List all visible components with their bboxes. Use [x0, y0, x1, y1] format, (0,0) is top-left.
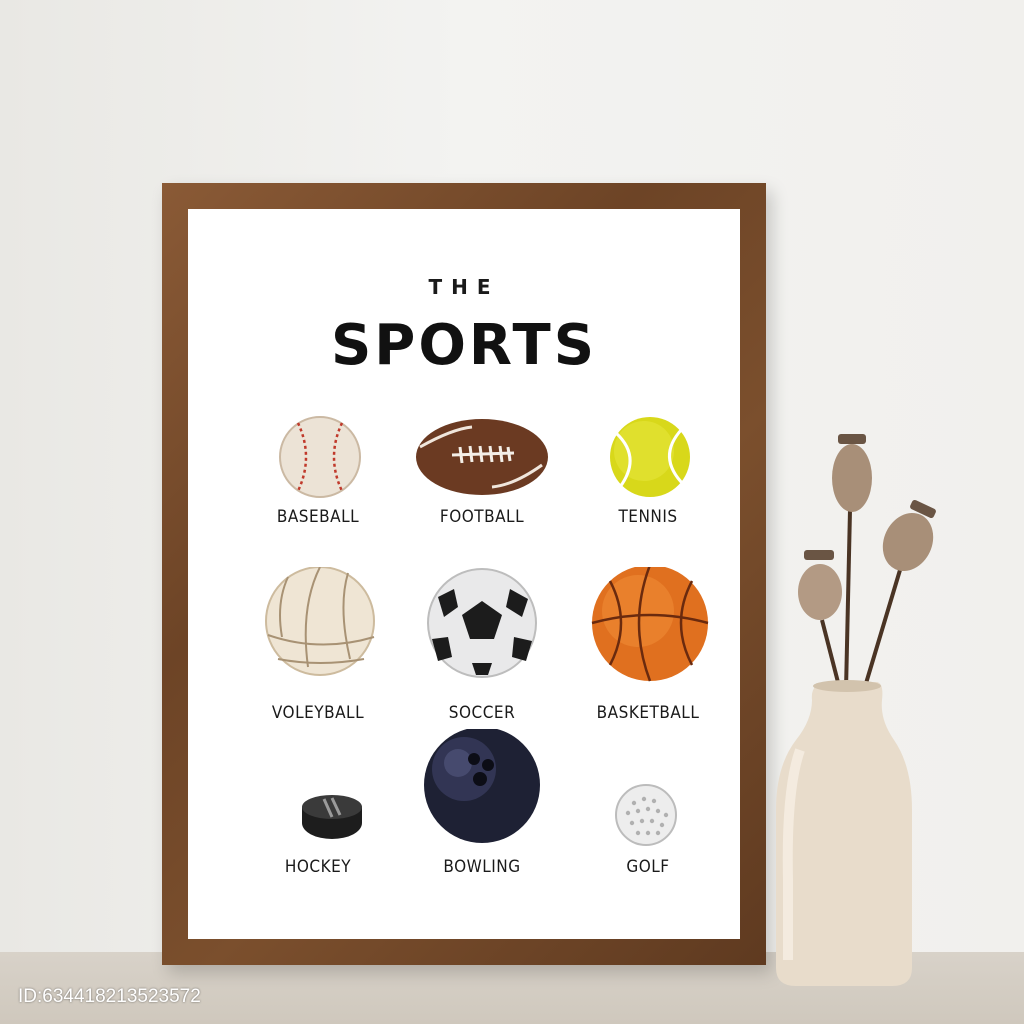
sport-label: BASKETBALL	[596, 703, 700, 723]
sport-label: BOWLING	[443, 857, 521, 877]
hockey-puck-icon	[302, 795, 362, 839]
image-id-watermark: ID:634418213523572	[18, 986, 201, 1007]
sport-label: VOLEYBALL	[271, 703, 365, 723]
sport-item-hockey: HOCKEY	[228, 745, 408, 895]
sport-item-baseball: BASEBALL	[228, 399, 408, 549]
sport-item-volleyball: VOLEYBALL	[228, 567, 408, 723]
football-icon	[416, 419, 548, 495]
sport-item-tennis: TENNIS	[558, 399, 738, 549]
basketball-icon	[591, 567, 709, 682]
bowling-ball-icon	[424, 729, 540, 843]
sport-item-soccer: SOCCER	[392, 567, 572, 723]
sport-item-basketball: BASKETBALL	[558, 567, 738, 723]
sports-poster: THE SPORTS BASEBALL FOOTBALL TENNIS VOLE…	[188, 209, 740, 939]
sport-label: HOCKEY	[284, 857, 352, 877]
sport-item-golf: GOLF	[558, 745, 738, 895]
sport-label: TENNIS	[618, 507, 678, 527]
volleyball-icon	[265, 567, 375, 676]
golf-ball-icon	[615, 784, 677, 846]
soccer-ball-icon	[427, 568, 537, 678]
poster-title: SPORTS	[330, 313, 598, 378]
sport-item-bowling: BOWLING	[392, 729, 572, 879]
sport-item-football: FOOTBALL	[392, 399, 572, 549]
picture-frame: THE SPORTS BASEBALL FOOTBALL TENNIS VOLE…	[162, 183, 766, 965]
tennis-ball-icon	[610, 417, 690, 497]
baseball-icon	[279, 416, 361, 498]
sport-label: BASEBALL	[276, 507, 360, 527]
sport-label: SOCCER	[448, 703, 516, 723]
sport-label: FOOTBALL	[439, 507, 525, 527]
poster-title-small: THE	[428, 275, 500, 299]
vase-with-dried-flowers	[760, 420, 960, 990]
vase-icon	[776, 434, 936, 986]
sport-label: GOLF	[626, 857, 670, 877]
scene: THE SPORTS BASEBALL FOOTBALL TENNIS VOLE…	[0, 0, 1024, 1024]
